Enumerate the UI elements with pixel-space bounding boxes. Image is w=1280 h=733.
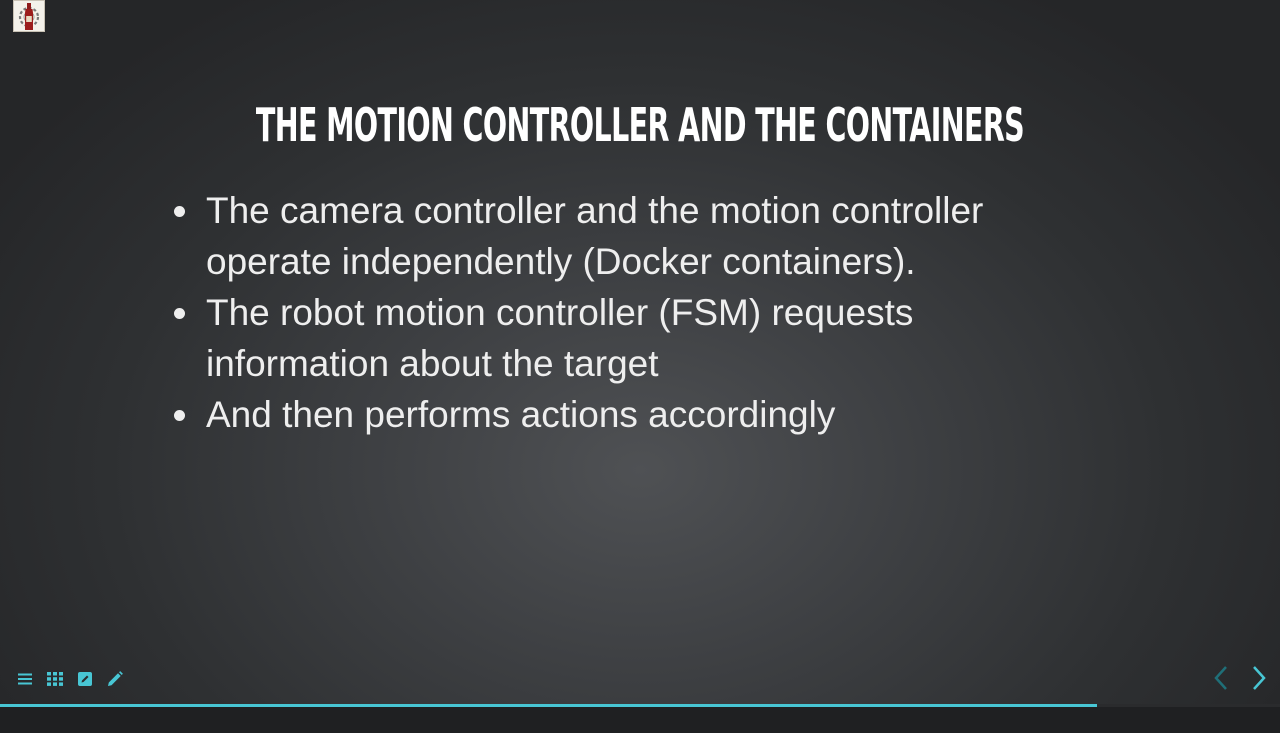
bottle-gear-logo-icon [18, 3, 40, 30]
notes-button[interactable] [74, 667, 96, 691]
bullet-text-line: operate independently (Docker containers… [206, 241, 916, 282]
chevron-right-icon [1253, 666, 1266, 690]
bullet-text-line: The robot motion controller (FSM) reques… [206, 292, 914, 333]
chevron-left-icon [1214, 666, 1227, 690]
pencil-icon [108, 671, 123, 686]
draw-button[interactable] [104, 667, 126, 691]
bullet-text-line: information about the target [206, 343, 659, 384]
bullet-item: The camera controller and the motion con… [172, 185, 1072, 287]
bullet-dot [174, 410, 185, 421]
bullet-dot [174, 206, 185, 217]
slide-title: THE MOTION CONTROLLER AND THE CONTAINERS [255, 98, 1025, 152]
bullet-text-line: And then performs actions accordingly [206, 394, 836, 435]
presentation-toolbar [14, 666, 126, 692]
edit-box-icon [78, 672, 92, 686]
bullet-item: And then performs actions accordingly [172, 389, 1072, 440]
logo [13, 0, 45, 32]
overview-button[interactable] [44, 667, 66, 691]
bullet-text-line: The camera controller and the motion con… [206, 190, 984, 231]
menu-icon [18, 673, 32, 685]
previous-slide-button[interactable] [1208, 662, 1234, 694]
grid-icon [47, 672, 63, 686]
bullet-dot [174, 308, 185, 319]
bullet-list: The camera controller and the motion con… [172, 185, 1072, 440]
menu-button[interactable] [14, 667, 36, 691]
next-slide-button[interactable] [1246, 662, 1272, 694]
bottom-bar [0, 707, 1280, 733]
bullet-item: The robot motion controller (FSM) reques… [172, 287, 1072, 389]
slide-stage: THE MOTION CONTROLLER AND THE CONTAINERS… [0, 0, 1280, 706]
